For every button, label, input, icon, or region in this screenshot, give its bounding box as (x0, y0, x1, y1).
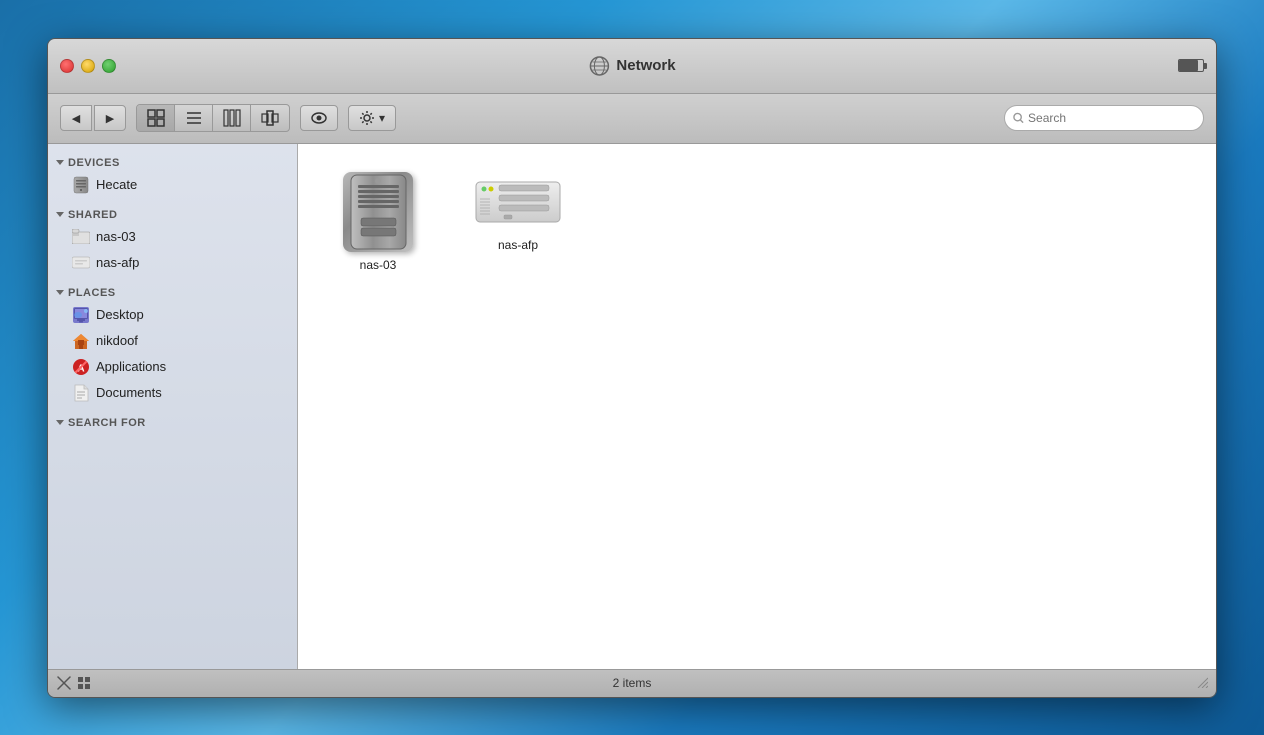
file-item-nas03[interactable]: nas-03 (318, 164, 438, 280)
places-header[interactable]: PLACES (48, 284, 297, 302)
mac-pro-icon (343, 172, 413, 252)
nas-afp-container (473, 172, 563, 232)
maximize-button[interactable] (102, 59, 116, 73)
sidebar-section-search: SEARCH FOR (48, 414, 297, 432)
documents-label: Documents (96, 385, 162, 400)
statusbar-right (1192, 674, 1208, 693)
battery-icon (1178, 59, 1204, 72)
x-icon[interactable] (56, 675, 72, 691)
nikdoof-label: nikdoof (96, 333, 138, 348)
cover-flow-icon (261, 109, 279, 127)
nasafp-label: nas-afp (96, 255, 139, 270)
shared-label: SHARED (68, 209, 117, 221)
devices-triangle (56, 160, 64, 165)
statusbar-left (56, 675, 92, 691)
forward-button[interactable]: ▶ (94, 105, 126, 131)
column-view-button[interactable] (213, 105, 251, 131)
icon-view-button[interactable] (137, 105, 175, 131)
hecate-label: Hecate (96, 177, 137, 192)
statusbar: 2 items (48, 669, 1216, 697)
documents-icon (72, 384, 90, 402)
devices-header[interactable]: DEVICES (48, 154, 297, 172)
device-icon (72, 176, 90, 194)
search-for-triangle (56, 420, 64, 425)
action-dropdown-icon: ▾ (379, 111, 385, 125)
forward-icon: ▶ (106, 112, 114, 125)
sidebar-item-nas03[interactable]: nas-03 (48, 224, 297, 250)
shared-triangle (56, 212, 64, 217)
list-view-button[interactable] (175, 105, 213, 131)
search-for-label: SEARCH FOR (68, 417, 146, 429)
eye-icon (311, 110, 327, 126)
nasafp-file-label: nas-afp (498, 238, 538, 252)
sidebar-item-applications[interactable]: A Applications (48, 354, 297, 380)
toolbar: ◀ ▶ (48, 94, 1216, 144)
places-triangle (56, 290, 64, 295)
window-title: Network (616, 57, 675, 74)
nas03-file-label: nas-03 (360, 258, 397, 272)
nasafp-icon (72, 254, 90, 272)
preview-button[interactable] (300, 105, 338, 131)
sidebar-item-hecate[interactable]: Hecate (48, 172, 297, 198)
list-view-icon (185, 109, 203, 127)
nas03-icon (72, 228, 90, 246)
traffic-lights (60, 59, 116, 73)
nas03-label: nas-03 (96, 229, 136, 244)
sidebar-section-places: PLACES Des (48, 284, 297, 406)
view-buttons (136, 104, 290, 132)
content-area: nas-03 (298, 144, 1216, 669)
minimize-button[interactable] (81, 59, 95, 73)
devices-label: DEVICES (68, 157, 120, 169)
main-area: DEVICES (48, 144, 1216, 669)
gear-icon (359, 110, 375, 126)
desktop-icon (72, 306, 90, 324)
desktop-label: Desktop (96, 307, 144, 322)
network-icon (588, 55, 610, 77)
places-label: PLACES (68, 287, 116, 299)
search-input[interactable] (1028, 111, 1195, 125)
nas-afp-svg (474, 177, 562, 227)
applications-icon: A (72, 358, 90, 376)
search-for-header[interactable]: SEARCH FOR (48, 414, 297, 432)
titlebar-right (1178, 59, 1204, 72)
column-view-icon (223, 109, 241, 127)
cover-flow-button[interactable] (251, 105, 289, 131)
shared-header[interactable]: SHARED (48, 206, 297, 224)
resize-icon (1192, 674, 1208, 688)
icon-view-icon (147, 109, 165, 127)
action-button[interactable]: ▾ (348, 105, 396, 131)
file-item-nasafp[interactable]: nas-afp (458, 164, 578, 280)
grid-icon[interactable] (76, 675, 92, 691)
back-button[interactable]: ◀ (60, 105, 92, 131)
finder-window: Network ◀ ▶ (47, 38, 1217, 698)
home-icon (72, 332, 90, 350)
item-count: 2 items (613, 676, 652, 690)
applications-label: Applications (96, 359, 166, 374)
titlebar: Network (48, 39, 1216, 94)
sidebar: DEVICES (48, 144, 298, 669)
search-box[interactable] (1004, 105, 1204, 131)
sidebar-item-nasafp[interactable]: nas-afp (48, 250, 297, 276)
sidebar-section-devices: DEVICES (48, 154, 297, 198)
back-icon: ◀ (72, 112, 80, 125)
titlebar-center: Network (588, 55, 675, 77)
sidebar-item-documents[interactable]: Documents (48, 380, 297, 406)
sidebar-item-nikdoof[interactable]: nikdoof (48, 328, 297, 354)
search-icon (1013, 112, 1024, 124)
sidebar-item-desktop[interactable]: Desktop (48, 302, 297, 328)
close-button[interactable] (60, 59, 74, 73)
sidebar-section-shared: SHARED nas-03 (48, 206, 297, 276)
nav-buttons: ◀ ▶ (60, 105, 126, 131)
